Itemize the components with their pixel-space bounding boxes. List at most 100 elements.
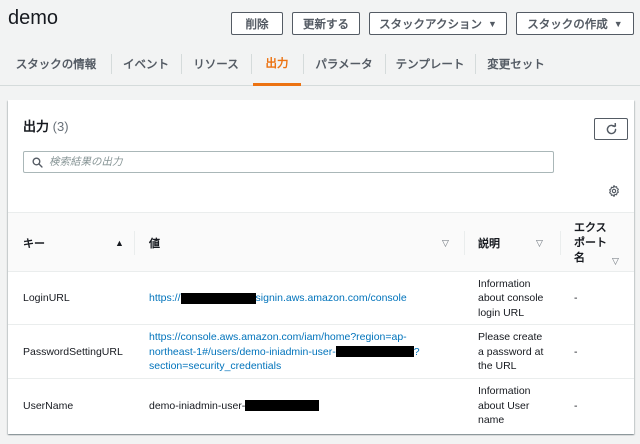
- tab-label: リソース: [193, 59, 239, 71]
- description-line: about console: [478, 292, 544, 305]
- output-description: Please create a password at the URL: [478, 326, 543, 378]
- stack-actions-label: スタックアクション: [379, 18, 482, 31]
- output-value: https:// signin.aws.amazon.com/console: [149, 273, 407, 324]
- tab-stack-info[interactable]: スタックの情報: [8, 42, 104, 86]
- tab-outputs[interactable]: 出力: [253, 42, 301, 86]
- outputs-title: 出力: [23, 119, 50, 134]
- column-export-name-line: 名: [574, 251, 585, 264]
- tab-parameters[interactable]: パラメータ: [310, 42, 378, 86]
- redacted-block: [180, 292, 256, 304]
- sort-icon: ▽: [536, 238, 543, 248]
- url-line: section=security_credentials: [149, 360, 282, 373]
- table-row: LoginURL https:// signin.aws.amazon.com/c…: [8, 273, 634, 325]
- output-description: Information about User name: [478, 380, 531, 432]
- url-prefix: https://: [149, 292, 181, 305]
- description-line: name: [478, 414, 505, 427]
- stack-actions-button[interactable]: スタックアクション ▼: [369, 12, 507, 35]
- description-line: Information: [478, 385, 531, 398]
- tab-label: スタックの情報: [15, 59, 97, 71]
- column-description[interactable]: 説明 ▽: [478, 213, 558, 273]
- output-value-link[interactable]: https://console.aws.amazon.com/iam/home?…: [149, 330, 420, 374]
- delete-button-label: 削除: [245, 18, 269, 31]
- update-button[interactable]: 更新する: [292, 12, 360, 35]
- sort-icon: ▽: [612, 256, 619, 266]
- outputs-count: (3): [52, 119, 69, 134]
- description-line: a password at: [478, 345, 544, 358]
- column-key[interactable]: キー ▲: [23, 213, 133, 273]
- preferences-button[interactable]: [608, 184, 620, 202]
- description-line: login URL: [478, 306, 525, 319]
- column-divider: [134, 231, 135, 255]
- tab-divider: [111, 54, 112, 74]
- tab-bar: スタックの情報 イベント リソース 出力 パラメータ テンプレート 変更セット: [0, 42, 640, 86]
- column-export-name-line: ポート: [574, 236, 607, 249]
- column-export-name-line: エクス: [574, 221, 607, 234]
- tab-label: 変更セット: [487, 59, 545, 71]
- column-export-name[interactable]: エクス ポート 名 ▽: [574, 213, 630, 273]
- search-input[interactable]: [49, 156, 529, 168]
- output-value-text: demo-iniadmin-user-: [149, 399, 320, 414]
- description-line: Information: [478, 277, 531, 290]
- url-line: https://console.aws.amazon.com/iam/home?…: [149, 331, 407, 344]
- table-header: キー ▲ 値 ▽ 説明 ▽ エクス ポート 名 ▽: [8, 212, 634, 272]
- column-divider: [560, 231, 561, 255]
- redacted-block: [245, 400, 320, 412]
- sort-icon: ▽: [442, 238, 449, 248]
- caret-down-icon: ▼: [488, 18, 497, 29]
- output-description: Information about console login URL: [478, 273, 543, 324]
- tab-label: テンプレート: [395, 59, 465, 71]
- output-value: demo-iniadmin-user-: [149, 380, 320, 432]
- output-value: https://console.aws.amazon.com/iam/home?…: [149, 326, 420, 378]
- tab-divider: [181, 54, 182, 74]
- output-key: LoginURL: [23, 292, 70, 305]
- tab-divider: [475, 54, 476, 74]
- tab-label: イベント: [123, 59, 169, 71]
- tab-label: パラメータ: [315, 59, 373, 71]
- description-line: the URL: [478, 360, 517, 373]
- search-box: [23, 151, 554, 173]
- tab-divider: [385, 54, 386, 74]
- output-export-name: -: [574, 345, 578, 358]
- refresh-icon: [606, 122, 616, 134]
- url-line-prefix: northeast-1#/users/demo-iniadmin-user-: [149, 345, 336, 358]
- column-value[interactable]: 値 ▽: [149, 213, 459, 273]
- url-suffix: signin.aws.amazon.com/console: [255, 292, 407, 305]
- outputs-panel: 出力 (3) キー ▲ 値 ▽ 説明: [8, 100, 634, 434]
- output-key: PasswordSettingURL: [23, 345, 123, 358]
- description-line: about User: [478, 399, 530, 412]
- column-export-name-label: エクス ポート 名: [574, 221, 614, 266]
- tab-divider: [303, 54, 304, 74]
- tab-divider: [251, 54, 252, 74]
- value-prefix: demo-iniadmin-user-: [149, 399, 246, 412]
- tab-label: 出力: [265, 57, 289, 70]
- gear-icon: [609, 185, 619, 197]
- page-title: demo: [8, 7, 59, 29]
- search-icon: [32, 156, 43, 168]
- output-export-name: -: [574, 399, 578, 412]
- page-header: demo 削除 更新する スタックアクション ▼ スタックの作成 ▼: [0, 0, 640, 42]
- redacted-block: [335, 346, 414, 358]
- refresh-button[interactable]: [594, 118, 628, 140]
- table-row: PasswordSettingURL https://console.aws.a…: [8, 326, 634, 379]
- create-stack-button[interactable]: スタックの作成 ▼: [516, 12, 634, 35]
- caret-down-icon: ▼: [613, 18, 623, 29]
- output-export-name: -: [574, 292, 578, 305]
- url-line-suffix: ?: [413, 345, 420, 358]
- output-key: UserName: [23, 399, 74, 412]
- tab-template[interactable]: テンプレート: [392, 42, 468, 86]
- column-key-label: キー: [23, 238, 45, 250]
- delete-button[interactable]: 削除: [231, 12, 283, 35]
- column-description-label: 説明: [478, 238, 500, 250]
- column-divider: [464, 231, 465, 255]
- url-line: northeast-1#/users/demo-iniadmin-user-?: [149, 345, 420, 360]
- tab-resources[interactable]: リソース: [188, 42, 244, 86]
- column-value-label: 値: [149, 238, 160, 250]
- outputs-heading: 出力 (3): [23, 116, 69, 135]
- create-stack-label: スタックの作成: [527, 18, 608, 31]
- tab-change-sets[interactable]: 変更セット: [482, 42, 550, 86]
- tab-events[interactable]: イベント: [118, 42, 174, 86]
- sort-ascending-icon: ▲: [115, 238, 124, 248]
- table-row: UserName demo-iniadmin-user- Information…: [8, 380, 634, 432]
- output-value-link[interactable]: https:// signin.aws.amazon.com/console: [149, 291, 407, 306]
- update-button-label: 更新する: [303, 18, 349, 31]
